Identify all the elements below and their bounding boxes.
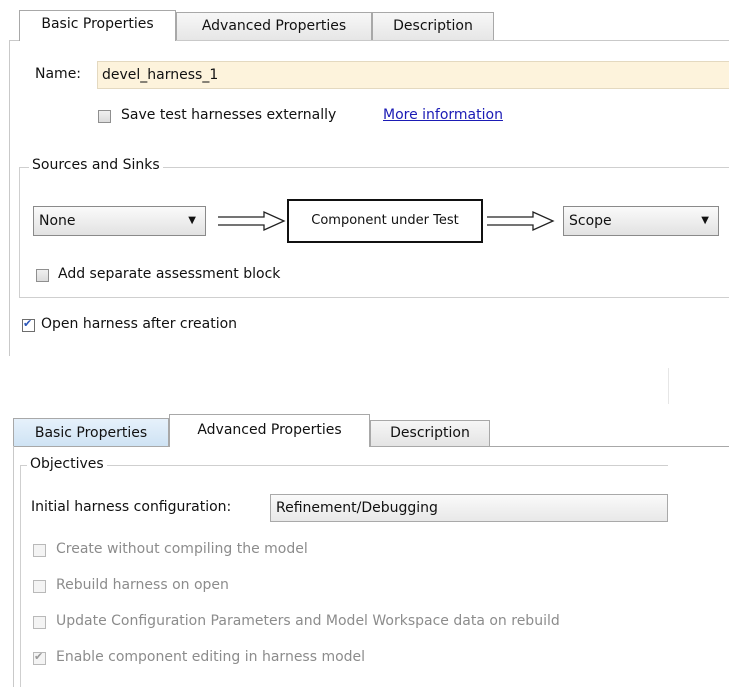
right-arrow-icon bbox=[218, 210, 286, 232]
objectives-title: Objectives bbox=[27, 456, 107, 472]
harness-name-field[interactable]: devel_harness_1 bbox=[97, 61, 729, 89]
tab-basic-properties[interactable]: Basic Properties bbox=[19, 10, 176, 41]
panel-basic-properties: Basic Properties Advanced Properties Des… bbox=[0, 0, 729, 360]
right-arrow-icon bbox=[487, 210, 555, 232]
source-select-value: None bbox=[39, 213, 76, 229]
open-harness-checkbox[interactable] bbox=[22, 317, 35, 332]
more-information-link[interactable]: More information bbox=[383, 107, 503, 123]
panel-divider bbox=[668, 368, 669, 404]
assessment-block-checkbox[interactable] bbox=[36, 269, 49, 282]
component-under-test-block: Component under Test bbox=[287, 199, 483, 243]
initial-config-label: Initial harness configuration: bbox=[31, 499, 232, 515]
initial-config-select[interactable]: Refinement/Debugging bbox=[270, 494, 668, 522]
tab-description[interactable]: Description bbox=[372, 12, 494, 40]
open-harness-label: Open harness after creation bbox=[41, 316, 238, 332]
tab-basic-properties[interactable]: Basic Properties bbox=[13, 418, 169, 446]
caret-down-icon: ▼ bbox=[701, 215, 709, 226]
name-label: Name: bbox=[35, 66, 82, 82]
rebuild-on-open-label: Rebuild harness on open bbox=[56, 577, 229, 593]
enable-component-editing-label: Enable component editing in harness mode… bbox=[56, 649, 366, 665]
tab-advanced-properties[interactable]: Advanced Properties bbox=[176, 12, 372, 40]
sink-select-value: Scope bbox=[569, 213, 612, 229]
source-select[interactable]: None ▼ bbox=[33, 206, 206, 236]
create-without-compiling-checkbox[interactable] bbox=[33, 544, 46, 557]
rebuild-on-open-checkbox[interactable] bbox=[33, 580, 46, 593]
update-config-params-checkbox[interactable] bbox=[33, 616, 46, 629]
create-without-compiling-label: Create without compiling the model bbox=[56, 541, 308, 557]
caret-down-icon: ▼ bbox=[188, 215, 196, 226]
sources-and-sinks-title: Sources and Sinks bbox=[29, 157, 163, 173]
enable-component-editing-checkbox[interactable] bbox=[33, 650, 46, 665]
tab-description[interactable]: Description bbox=[370, 420, 490, 446]
assessment-block-label: Add separate assessment block bbox=[58, 266, 281, 282]
save-externally-checkbox[interactable] bbox=[98, 110, 111, 123]
update-config-params-label: Update Configuration Parameters and Mode… bbox=[56, 613, 560, 629]
tab-advanced-properties[interactable]: Advanced Properties bbox=[169, 414, 370, 447]
save-externally-label: Save test harnesses externally bbox=[121, 107, 337, 123]
sink-select[interactable]: Scope ▼ bbox=[563, 206, 719, 236]
